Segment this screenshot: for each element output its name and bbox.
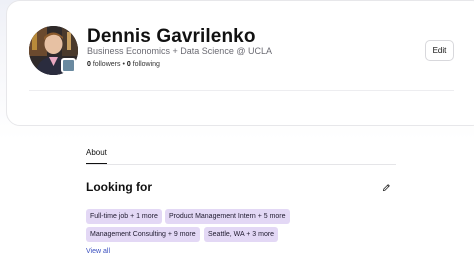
- stats-separator: •: [122, 61, 125, 68]
- tab-about[interactable]: About: [86, 148, 107, 164]
- card-divider: [29, 90, 454, 91]
- avatar-badge: [61, 58, 76, 73]
- profile-name: Dennis Gavrilenko: [87, 26, 256, 47]
- profile-headline: Business Economics + Data Science @ UCLA: [87, 46, 272, 56]
- looking-for-chip-consulting[interactable]: Management Consulting + 9 more: [86, 227, 200, 242]
- followers-count: 0: [87, 61, 91, 68]
- looking-for-chip-location[interactable]: Seattle, WA + 3 more: [204, 227, 279, 242]
- looking-for-title: Looking for: [86, 180, 152, 194]
- profile-tabs: About: [86, 148, 396, 165]
- looking-for-chip-pm-intern[interactable]: Product Management Intern + 5 more: [165, 209, 290, 224]
- pencil-icon[interactable]: [382, 183, 391, 192]
- looking-for-chip-full-time[interactable]: Full-time job + 1 more: [86, 209, 162, 224]
- profile-stats: 0 followers • 0 following: [87, 61, 160, 68]
- following-label[interactable]: following: [133, 61, 160, 68]
- following-count: 0: [126, 61, 131, 68]
- edit-profile-button[interactable]: Edit: [425, 40, 454, 61]
- view-all-link[interactable]: View all: [86, 248, 110, 255]
- followers-label[interactable]: followers: [93, 61, 121, 68]
